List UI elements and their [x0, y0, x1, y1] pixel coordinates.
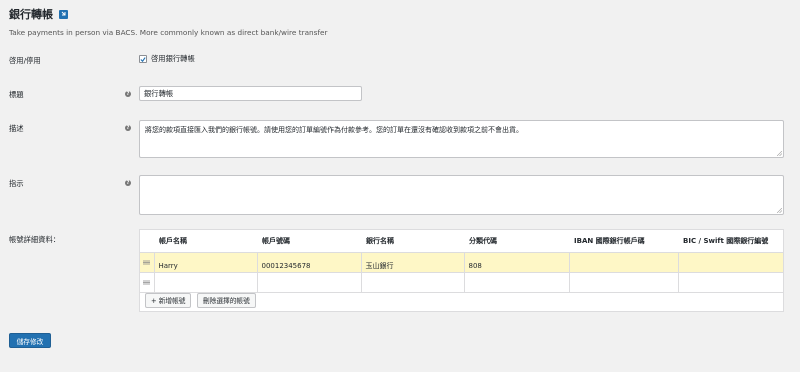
- checkmark-icon: [140, 56, 146, 62]
- help-icon: ?: [125, 180, 131, 186]
- bic-value: [679, 282, 687, 290]
- sort-code-cell[interactable]: [464, 272, 570, 293]
- column-header-bank-name: 銀行名稱: [361, 230, 464, 253]
- column-header-account-name: 帳戶名稱: [154, 230, 257, 253]
- account-details-label: 帳號詳細資料：: [9, 235, 61, 244]
- gateway-description: Take payments in person via BACS. More c…: [9, 28, 328, 37]
- iban-value: [570, 282, 578, 290]
- account-name-value: Harry: [158, 262, 178, 270]
- bic-cell[interactable]: [678, 252, 783, 273]
- bank-name-value: 玉山銀行: [365, 262, 394, 270]
- description-textarea[interactable]: 將您的款項直接匯入我們的銀行帳號。請使用您的訂單編號作為付款參考。您的訂單在還沒…: [139, 120, 784, 158]
- save-button[interactable]: 儲存修改: [9, 333, 51, 348]
- enable-checkbox-label[interactable]: 啓用銀行轉帳: [151, 54, 195, 64]
- account-name-cell[interactable]: Harry: [154, 252, 258, 273]
- drag-handle[interactable]: [140, 272, 155, 293]
- column-header-sort-code: 分類代碼: [464, 230, 569, 253]
- accounts-table: 帳戶名稱 帳戶號碼 銀行名稱 分類代碼 IBAN 國際銀行帳戶碼 BIC / S…: [140, 230, 783, 293]
- help-icon: ?: [125, 125, 131, 131]
- title-label: 標題: [9, 90, 24, 99]
- table-header-row: 帳戶名稱 帳戶號碼 銀行名稱 分類代碼 IBAN 國際銀行帳戶碼 BIC / S…: [140, 230, 783, 253]
- bic-value: [679, 262, 687, 270]
- enable-label: 啓用/停用: [9, 56, 41, 65]
- sort-code-cell[interactable]: 808: [464, 252, 570, 273]
- drag-handle-icon: [143, 260, 151, 265]
- drag-handle[interactable]: [140, 252, 155, 273]
- bank-name-cell[interactable]: [361, 272, 465, 293]
- table-row[interactable]: Harry 00012345678 玉山銀行 808: [140, 252, 783, 273]
- column-header-bic: BIC / Swift 國際銀行編號: [678, 230, 783, 253]
- sort-code-value: [465, 282, 473, 290]
- account-name-value: [155, 282, 163, 290]
- description-text: 將您的款項直接匯入我們的銀行帳號。請使用您的訂單編號作為付款參考。您的訂單在還沒…: [145, 126, 523, 134]
- account-number-cell[interactable]: 00012345678: [257, 252, 362, 273]
- title-input[interactable]: [139, 86, 362, 101]
- iban-cell[interactable]: [569, 252, 679, 273]
- return-link-icon[interactable]: [59, 9, 68, 19]
- resize-handle-icon[interactable]: [777, 151, 782, 156]
- sort-code-value: 808: [468, 262, 482, 270]
- description-label: 描述: [9, 124, 24, 133]
- help-icon: ?: [125, 91, 131, 97]
- remove-selected-account-button[interactable]: 刪除選擇的帳號: [197, 293, 256, 308]
- page-title: 銀行轉帳: [9, 8, 53, 21]
- bank-name-value: [362, 282, 370, 290]
- bic-cell[interactable]: [678, 272, 783, 293]
- account-number-value: [258, 282, 266, 290]
- page-header: 銀行轉帳: [9, 6, 68, 22]
- sort-column-header: [140, 230, 154, 253]
- add-account-button[interactable]: + 新增帳號: [145, 293, 192, 308]
- table-row[interactable]: [140, 272, 783, 293]
- column-header-iban: IBAN 國際銀行帳戶碼: [569, 230, 678, 253]
- account-number-value: 00012345678: [261, 262, 311, 270]
- iban-cell[interactable]: [569, 272, 679, 293]
- account-name-cell[interactable]: [154, 272, 258, 293]
- enable-checkbox[interactable]: [139, 55, 147, 63]
- bank-name-cell[interactable]: 玉山銀行: [361, 252, 465, 273]
- account-number-cell[interactable]: [257, 272, 362, 293]
- resize-handle-icon[interactable]: [777, 208, 782, 213]
- column-header-account-number: 帳戶號碼: [257, 230, 361, 253]
- instructions-label: 指示: [9, 179, 24, 188]
- drag-handle-icon: [143, 280, 151, 285]
- instructions-textarea[interactable]: [139, 175, 784, 215]
- iban-value: [570, 262, 578, 270]
- enable-checkbox-row[interactable]: 啓用銀行轉帳: [139, 54, 195, 64]
